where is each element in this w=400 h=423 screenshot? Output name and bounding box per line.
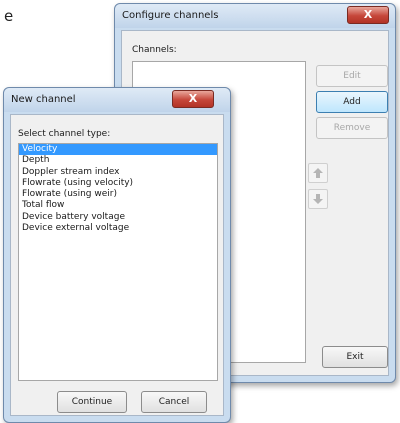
down-arrow-icon <box>313 194 323 204</box>
channel-type-option[interactable]: Doppler stream index <box>19 167 217 178</box>
channel-type-option[interactable]: Flowrate (using weir) <box>19 189 217 200</box>
move-down-button[interactable] <box>308 189 328 209</box>
channel-type-option[interactable]: Device battery voltage <box>19 212 217 223</box>
configure-channels-titlebar[interactable]: Configure channels X <box>115 4 395 28</box>
channel-type-list[interactable]: Velocity Depth Doppler stream index Flow… <box>18 143 218 381</box>
configure-channels-close-button[interactable]: X <box>347 6 389 24</box>
exit-button[interactable]: Exit <box>322 346 388 368</box>
channel-type-option[interactable]: Flowrate (using velocity) <box>19 178 217 189</box>
channels-label: Channels: <box>132 45 177 55</box>
move-up-button[interactable] <box>308 163 328 183</box>
channel-type-option[interactable]: Velocity <box>19 144 217 156</box>
edit-button[interactable]: Edit <box>316 65 388 87</box>
new-channel-body: Select channel type: Velocity Depth Dopp… <box>10 114 224 416</box>
select-channel-type-label: Select channel type: <box>18 129 111 139</box>
channel-type-option[interactable]: Total flow <box>19 200 217 211</box>
configure-channels-title: Configure channels <box>122 10 219 21</box>
background-text: e <box>4 7 14 25</box>
new-channel-close-button[interactable]: X <box>172 90 214 108</box>
add-button[interactable]: Add <box>316 91 388 113</box>
new-channel-title: New channel <box>11 94 76 105</box>
channel-type-option[interactable]: Device external voltage <box>19 223 217 234</box>
new-channel-titlebar[interactable]: New channel X <box>4 88 230 112</box>
continue-button[interactable]: Continue <box>57 391 127 413</box>
channel-type-option[interactable]: Depth <box>19 155 217 166</box>
cancel-button[interactable]: Cancel <box>141 391 207 413</box>
up-arrow-icon <box>313 168 323 178</box>
remove-button[interactable]: Remove <box>316 117 388 139</box>
new-channel-dialog: New channel X Select channel type: Veloc… <box>3 87 231 423</box>
